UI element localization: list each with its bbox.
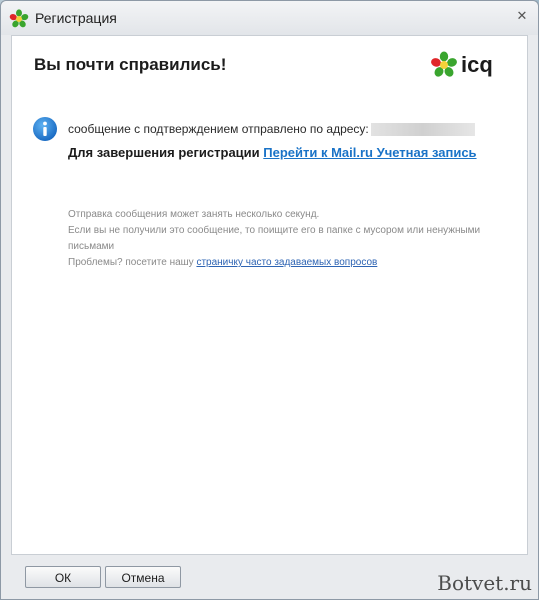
- note-delay: Отправка сообщения может занять нескольк…: [68, 209, 320, 220]
- registration-window: Регистрация ✕ Вы почти справились! icq с…: [0, 0, 539, 600]
- content-panel: Вы почти справились! icq сообщение с под…: [11, 35, 528, 555]
- window-title: Регистрация: [35, 10, 117, 26]
- email-redacted: [370, 123, 475, 137]
- close-icon[interactable]: ✕: [516, 9, 528, 23]
- icq-logo: icq: [431, 51, 493, 77]
- confirmation-sent-text: сообщение с подтверждением отправлено по…: [68, 122, 475, 137]
- cancel-button[interactable]: Отмена: [105, 566, 181, 588]
- notes-block: Отправка сообщения может занять нескольк…: [68, 207, 508, 271]
- icq-wordmark: icq: [461, 52, 493, 77]
- title-bar[interactable]: Регистрация ✕: [1, 1, 538, 35]
- note-problems-prefix: Проблемы? посетите нашу: [68, 257, 197, 268]
- faq-link[interactable]: страничку часто задаваемых вопросов: [196, 257, 377, 268]
- page-title: Вы почти справились!: [34, 55, 227, 74]
- complete-registration-row: Для завершения регистрации Перейти к Mai…: [68, 145, 477, 160]
- complete-prefix: Для завершения регистрации: [68, 145, 264, 160]
- ok-button[interactable]: ОК: [25, 566, 101, 588]
- sent-message: сообщение с подтверждением отправлено по…: [68, 122, 369, 136]
- note-spam-folder: Если вы не получили это сообщение, то по…: [68, 225, 481, 252]
- note-problems: Проблемы? посетите нашу страничку часто …: [68, 255, 508, 271]
- watermark: Botvet.ru: [437, 571, 532, 595]
- mailru-account-link[interactable]: Перейти к Mail.ru Учетная запись: [263, 145, 476, 160]
- icq-flower-icon: [9, 9, 29, 28]
- info-icon: [33, 117, 57, 141]
